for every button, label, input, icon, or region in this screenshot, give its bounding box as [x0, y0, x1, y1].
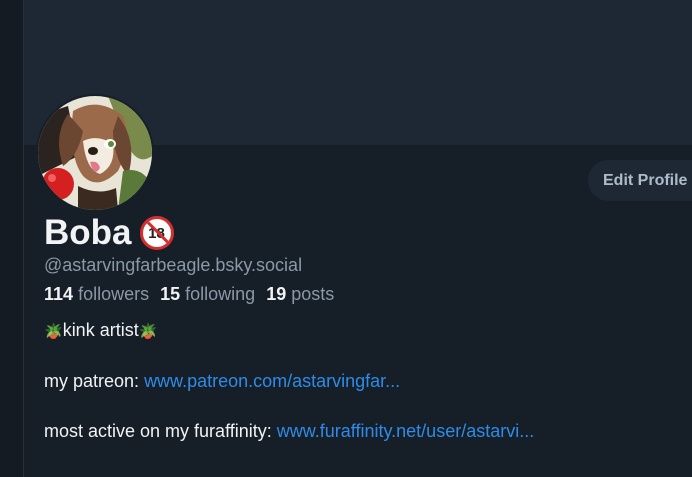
- bio-text: kink artist: [62, 320, 139, 340]
- posts-stat: 19 posts: [266, 284, 335, 304]
- profile-stats: 114 followers 15 following 19 posts: [44, 284, 334, 305]
- furaffinity-label: most active on my furaffinity:: [44, 421, 272, 441]
- potted-plant-icon: 🪴: [44, 323, 63, 340]
- patreon-link[interactable]: www.patreon.com/astarvingfar...: [144, 371, 400, 391]
- patreon-label: my patreon:: [44, 371, 140, 391]
- edit-profile-button[interactable]: Edit Profile: [588, 160, 692, 201]
- display-name: Boba: [44, 213, 132, 252]
- avatar-image: [38, 96, 152, 210]
- bio-line-patreon: my patreon: www.patreon.com/astarvingfar…: [44, 371, 400, 392]
- following-stat[interactable]: 15 following: [160, 284, 255, 304]
- bio-line-artist: 🪴kink artist🪴: [44, 320, 157, 341]
- profile-name-row: Boba 18: [44, 210, 174, 256]
- potted-plant-icon: 🪴: [138, 323, 158, 340]
- adult-content-icon: 18: [139, 216, 174, 250]
- left-sidebar-edge: [0, 0, 24, 477]
- avatar[interactable]: [38, 96, 152, 210]
- furaffinity-link[interactable]: www.furaffinity.net/user/astarvi...: [277, 421, 534, 441]
- followers-stat[interactable]: 114 followers: [44, 284, 149, 304]
- bio-line-furaffinity: most active on my furaffinity: www.furaf…: [44, 421, 534, 442]
- profile-handle: @astarvingfarbeagle.bsky.social: [44, 255, 303, 275]
